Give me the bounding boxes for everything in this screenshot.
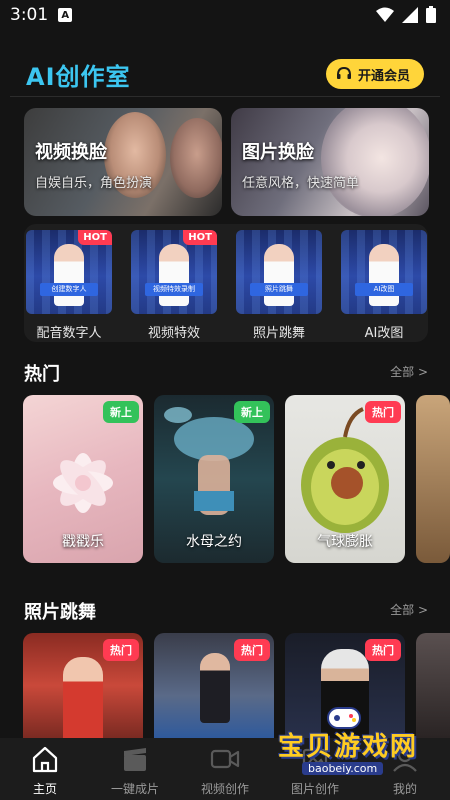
signal-icon bbox=[402, 6, 418, 23]
feature-card-video-faceswap[interactable]: 视频换脸 自娱自乐，角色扮演 bbox=[24, 108, 222, 216]
tool-label: 配音数字人 bbox=[36, 326, 102, 341]
hot-card-partial[interactable] bbox=[416, 395, 450, 563]
video-camera-icon bbox=[210, 749, 240, 769]
hot-badge: HOT bbox=[78, 230, 112, 245]
tool-thumbnail: 创建数字人 HOT bbox=[26, 230, 112, 314]
status-icons bbox=[376, 6, 436, 23]
tool-video-effects[interactable]: 视频特效录制 HOT 视频特效 bbox=[131, 230, 217, 341]
vip-button[interactable]: 开通会员 bbox=[325, 59, 424, 89]
hot-tag: 热门 bbox=[234, 639, 270, 661]
watermark-logo: 宝贝游戏网 baobeiy.com bbox=[278, 707, 438, 782]
anime-face-image bbox=[321, 108, 429, 216]
hot-badge: HOT bbox=[183, 230, 217, 245]
tool-caption: 创建数字人 bbox=[40, 283, 98, 296]
tool-caption: 视频特效录制 bbox=[145, 283, 203, 296]
watermark-url: baobeiy.com bbox=[302, 762, 384, 775]
vip-button-label: 开通会员 bbox=[357, 68, 410, 84]
header-divider bbox=[10, 96, 440, 97]
wifi-icon bbox=[376, 7, 394, 22]
new-tag: 新上 bbox=[103, 401, 139, 423]
face-image bbox=[170, 118, 222, 198]
nav-home[interactable]: 主页 bbox=[5, 744, 85, 797]
card-label: 戳戳乐 bbox=[62, 534, 104, 550]
new-tag: 新上 bbox=[234, 401, 270, 423]
hot-tag: 热门 bbox=[103, 639, 139, 661]
tool-thumbnail: 视频特效录制 HOT bbox=[131, 230, 217, 314]
hot-section-title: 热门 bbox=[24, 364, 60, 385]
nav-video-creation[interactable]: 视频创作 bbox=[185, 744, 265, 797]
feature-card-image-faceswap[interactable]: 图片换脸 任意风格，快速简单 bbox=[231, 108, 429, 216]
tool-caption: AI改图 bbox=[355, 283, 413, 296]
tool-label: AI改图 bbox=[364, 326, 404, 341]
dancer-image bbox=[200, 653, 230, 723]
feature-subtitle: 自娱自乐，角色扮演 bbox=[35, 176, 153, 191]
feature-title: 图片换脸 bbox=[242, 142, 314, 163]
nav-label: 一键成片 bbox=[110, 782, 159, 796]
hot-section-more-link[interactable]: 全部 > bbox=[390, 363, 428, 380]
headset-icon bbox=[336, 66, 351, 79]
battery-icon bbox=[426, 6, 436, 23]
tool-label: 照片跳舞 bbox=[252, 326, 305, 341]
accessibility-a-icon: A bbox=[58, 8, 73, 22]
dancer-image bbox=[63, 657, 103, 738]
clapperboard-icon bbox=[124, 748, 146, 771]
dance-card[interactable]: 热门 bbox=[154, 633, 274, 738]
dance-card[interactable]: 热门 bbox=[23, 633, 143, 738]
header: AI创作室 开通会员 bbox=[26, 54, 424, 94]
nav-label: 视频创作 bbox=[200, 782, 249, 796]
tool-caption: 照片跳舞 bbox=[250, 283, 308, 296]
tool-thumbnail: AI改图 bbox=[341, 230, 427, 314]
status-bar: 3:01 A bbox=[0, 0, 450, 30]
hot-tag: 热门 bbox=[365, 401, 401, 423]
hot-card[interactable]: 新上 戳戳乐 bbox=[23, 395, 143, 563]
feature-subtitle: 任意风格，快速简单 bbox=[242, 176, 360, 191]
watermark-text: 宝贝游戏网 bbox=[278, 732, 419, 762]
nav-one-click-video[interactable]: 一键成片 bbox=[95, 744, 175, 797]
nav-label: 图片创作 bbox=[290, 782, 339, 796]
hot-card[interactable]: 新上 水母之约 bbox=[154, 395, 274, 563]
home-icon bbox=[32, 746, 58, 773]
dance-section-title: 照片跳舞 bbox=[24, 602, 96, 623]
app-title: AI创作室 bbox=[26, 62, 131, 91]
tool-dubbing-avatar[interactable]: 创建数字人 HOT 配音数字人 bbox=[26, 230, 112, 341]
card-label: 气球膨胀 bbox=[317, 534, 373, 550]
tool-photo-dance[interactable]: 照片跳舞 照片跳舞 bbox=[236, 230, 322, 341]
card-label: 水母之约 bbox=[186, 534, 242, 550]
hot-card[interactable]: 热门 气球膨胀 bbox=[285, 395, 405, 563]
nav-label: 主页 bbox=[32, 782, 57, 796]
feature-title: 视频换脸 bbox=[35, 142, 107, 163]
tool-ai-edit[interactable]: AI改图 AI改图 bbox=[341, 230, 427, 341]
tools-panel: 创建数字人 HOT 配音数字人 视频特效录制 HOT 视频特效 照片跳舞 照片跳… bbox=[24, 224, 428, 342]
tool-thumbnail: 照片跳舞 bbox=[236, 230, 322, 314]
hot-tag: 热门 bbox=[365, 639, 401, 661]
dance-section-more-link[interactable]: 全部 > bbox=[390, 601, 428, 618]
nav-label: 我的 bbox=[392, 782, 417, 796]
status-time: 3:01 bbox=[10, 5, 49, 25]
tool-label: 视频特效 bbox=[147, 326, 200, 341]
